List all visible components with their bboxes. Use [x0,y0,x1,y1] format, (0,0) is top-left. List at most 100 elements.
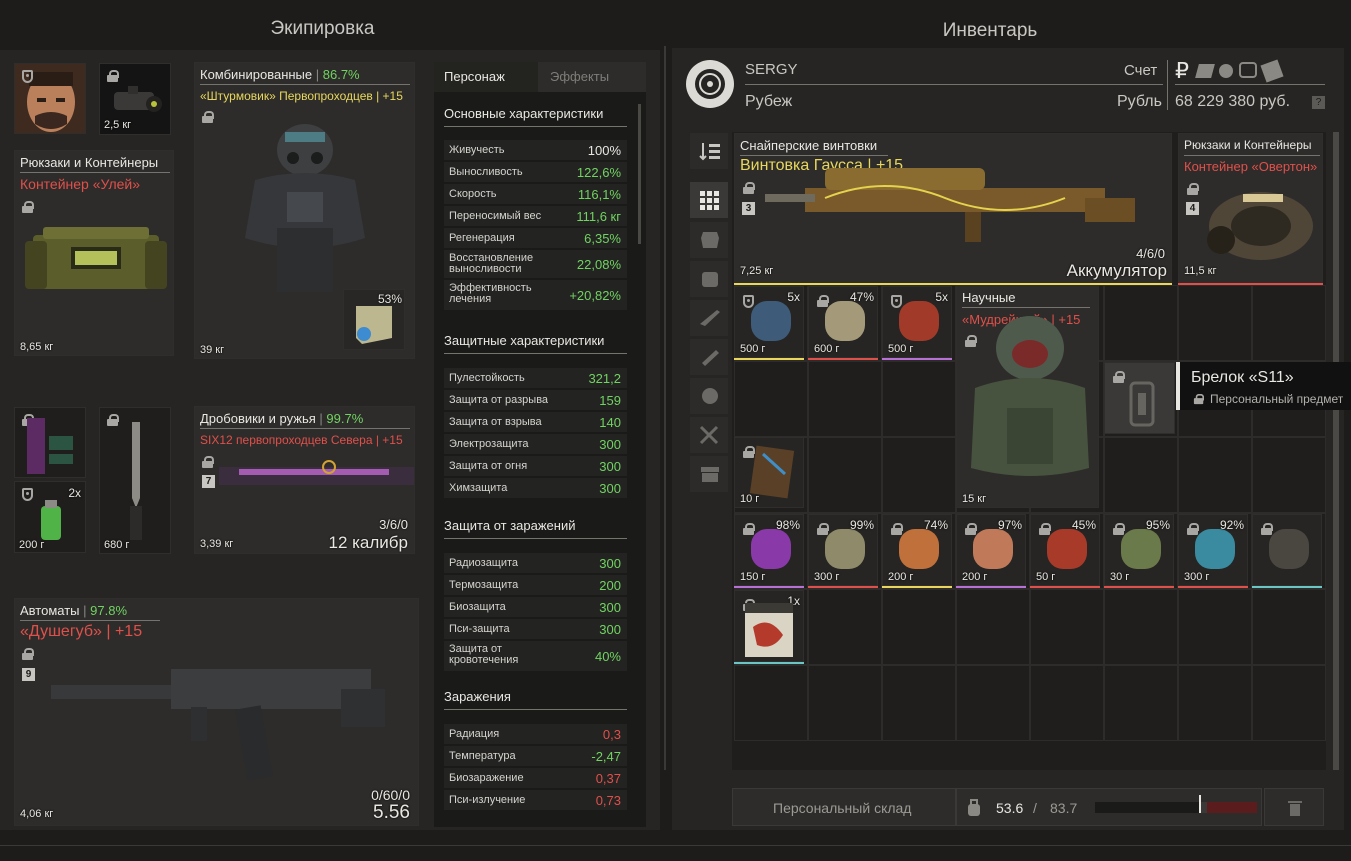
rifle-slot[interactable]: Автоматы | 97.8% «Душегуб» | +15 9 0/60/… [14,598,419,826]
stat-row: Восстановление выносливости 22,08% [444,250,627,278]
grid-cell[interactable] [1252,285,1326,361]
magazine-slot[interactable]: 1x [734,590,804,662]
stat-row: Переносимый вес 111,6 кг [444,206,627,226]
grid-cell[interactable] [956,589,1030,665]
backpack-weight: 8,65 кг [20,341,54,353]
grid-cell[interactable] [1252,665,1326,741]
filter-misc-button[interactable] [690,417,728,453]
inventory-item[interactable]: 47% 600 г [808,286,878,358]
filter-artifact-button[interactable] [690,378,728,414]
armor-category-line: Комбинированные | 86.7% [200,67,360,82]
grid-cell[interactable] [1030,589,1104,665]
grid-cell[interactable] [882,665,956,741]
grid-cell[interactable] [1178,665,1252,741]
shotgun-slot[interactable]: Дробовики и ружья | 99.7% SIX12 первопро… [194,406,415,554]
grid-cell[interactable] [1178,589,1252,665]
section-divider [444,353,627,354]
rarity-line [882,358,952,360]
grid-cell[interactable] [808,437,882,513]
coupon-icon[interactable] [1195,64,1215,78]
container-category: Рюкзаки и Контейнеры [1184,138,1312,152]
grid-cell[interactable] [956,665,1030,741]
grid-cell[interactable] [1104,285,1178,361]
stat-label: Температура [449,750,516,762]
filter-weapon-button[interactable] [690,300,728,336]
binocular-slot[interactable]: 2,5 кг [99,63,171,135]
backpack-slot[interactable]: Рюкзаки и Контейнеры Контейнер «Улей» 8,… [14,150,174,356]
filter-armor-button[interactable] [690,222,728,258]
detector-slot[interactable] [14,407,86,478]
map-slot[interactable]: 10 г [734,437,804,508]
rarity-line [808,586,878,588]
filter-other-button[interactable] [690,456,728,492]
grid-cell[interactable] [1252,589,1326,665]
ticket-icon[interactable] [1260,59,1284,83]
inventory-item[interactable] [1252,514,1322,586]
inventory-item[interactable]: 98% 150 г [734,514,804,586]
grid-cell[interactable] [1104,437,1178,513]
grid-cell[interactable] [882,361,956,437]
grenade-slot[interactable]: 2x 200 г [14,481,86,553]
sci-armor-weight: 15 кг [962,493,987,505]
grid-cell[interactable] [734,361,808,437]
ruble-icon[interactable]: ₽ [1175,58,1189,84]
filter-all-button[interactable] [690,182,728,218]
tab-character[interactable]: Персонаж [434,62,538,92]
inventory-item[interactable]: 99% 300 г [808,514,878,586]
rarity-line [1178,586,1248,588]
grid-cell[interactable] [1178,285,1252,361]
link-icon[interactable] [1239,62,1257,78]
stat-value: 300 [599,437,621,452]
trash-button[interactable] [1264,788,1324,826]
inventory-item[interactable]: 45% 50 г [1030,514,1100,586]
grid-cell[interactable] [882,437,956,513]
inventory-item[interactable]: 95% 30 г [1104,514,1174,586]
coin-icon[interactable] [1219,64,1233,78]
help-button[interactable]: ? [1312,96,1325,109]
currency-icons[interactable]: ₽ [1175,58,1285,84]
armor-plate-slot[interactable]: 53% [343,289,405,350]
rifle-category-line: Автоматы | 97.8% [20,603,128,618]
trash-icon [1288,801,1302,816]
grid-cell[interactable] [808,665,882,741]
rifle-icon [51,669,385,781]
stats-scrollbar[interactable] [638,104,641,244]
grid-cell[interactable] [882,589,956,665]
inventory-item[interactable]: 5x 500 г [882,286,952,358]
inventory-item[interactable]: 5x 500 г [734,286,804,358]
tab-effects[interactable]: Эффекты [538,62,646,92]
grid-cell[interactable] [1104,589,1178,665]
sci-armor-slot[interactable]: Научные «Мудрейший» | +15 15 кг [956,285,1099,508]
container-slot[interactable]: Рюкзаки и Контейнеры Контейнер «Овертон»… [1178,133,1323,283]
inventory-item[interactable]: 74% 200 г [882,514,952,586]
stat-label: Защита от разрыва [449,394,549,406]
grid-cell[interactable] [1030,665,1104,741]
inventory-scrollbar[interactable] [1333,132,1339,770]
knife-slot[interactable]: 680 г [99,407,171,554]
grid-cell[interactable] [808,361,882,437]
item-weight: 150 г [740,571,766,583]
rarity-line [808,358,878,360]
armor-slot[interactable]: Комбинированные | 86.7% «Штурмовик» Перв… [194,62,415,359]
grid-cell[interactable] [1104,665,1178,741]
stat-row: Биозаражение 0,37 [444,768,627,788]
grid-cell[interactable] [1178,437,1252,513]
stash-button[interactable]: Персональный склад [732,788,956,826]
filter-attachment-button[interactable] [690,339,728,375]
grid-cell[interactable] [1252,437,1326,513]
avatar[interactable] [14,63,86,134]
rifle-weight: 4,06 кг [20,808,54,820]
grid-cell[interactable] [808,589,882,665]
inventory-item[interactable]: 92% 300 г [1178,514,1248,586]
sniper-slot[interactable]: Снайперские винтовки Винтовка Гаусса | +… [734,133,1172,283]
grid-cell[interactable] [734,665,808,741]
section-divider [444,709,627,710]
sort-button[interactable] [690,133,728,169]
weight-current: 53.6 [996,800,1024,816]
item-weight: 30 г [1110,571,1130,583]
rifle-caliber: 5.56 [373,802,410,823]
stat-value: 111,6 кг [576,209,621,224]
filter-backpack-button[interactable] [690,261,728,297]
keychain-slot[interactable] [1104,362,1175,434]
inventory-item[interactable]: 97% 200 г [956,514,1026,586]
